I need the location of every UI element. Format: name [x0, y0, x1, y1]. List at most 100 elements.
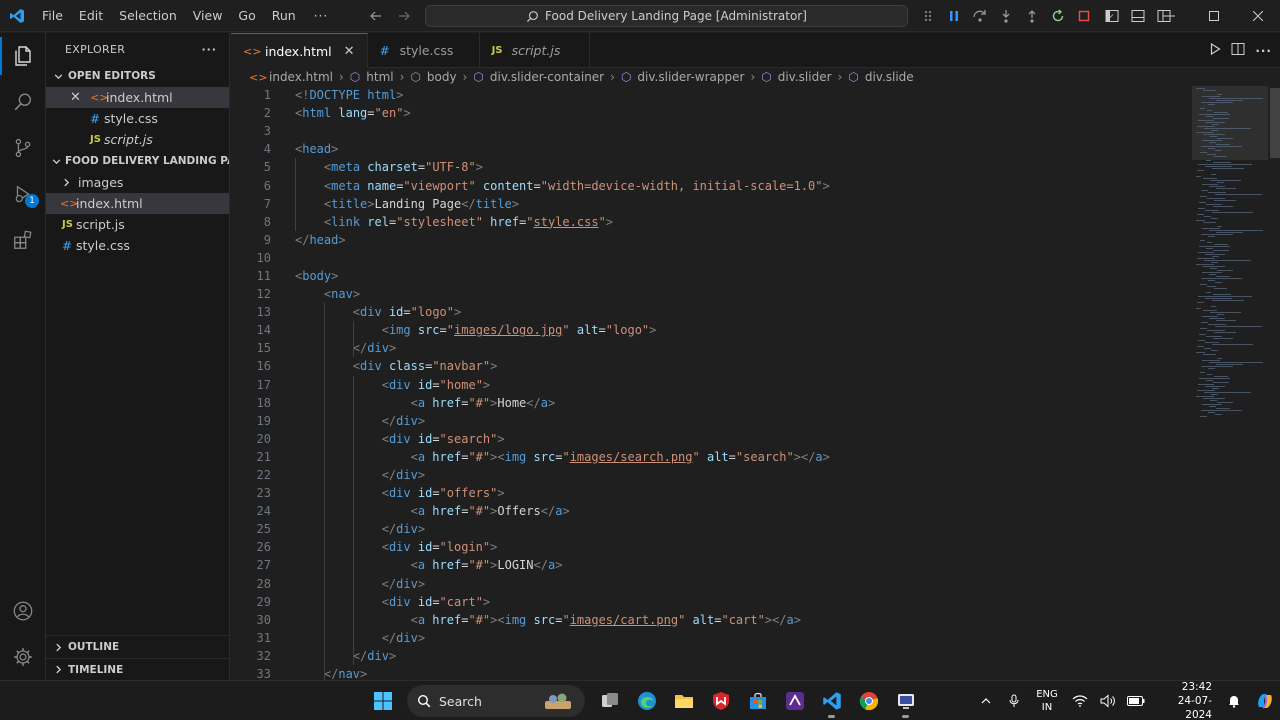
code-editor[interactable]: 1 <!DOCTYPE html> 2 <html lang="en"> 3 4 <head… — [231, 86, 1191, 680]
breadcrumb-item[interactable]: div.slider — [778, 70, 832, 84]
close-icon[interactable]: ✕ — [70, 90, 90, 105]
source-control-icon[interactable] — [0, 125, 46, 171]
volume-icon[interactable] — [1096, 686, 1120, 716]
search-icon[interactable] — [0, 79, 46, 125]
toggle-panel-icon[interactable] — [1128, 6, 1148, 26]
scrollbar-thumb[interactable] — [1270, 88, 1280, 158]
tab-script-js[interactable]: JS script.js — [480, 33, 590, 68]
menu-edit[interactable]: Edit — [71, 0, 111, 32]
breadcrumb-item[interactable]: body — [427, 70, 457, 84]
explorer-icon[interactable] — [0, 33, 46, 79]
extensions-icon[interactable] — [0, 217, 46, 263]
microsoft-store-icon[interactable] — [741, 683, 774, 719]
code-line[interactable]: 32 </div> — [231, 647, 1191, 665]
menu-file[interactable]: File — [34, 0, 71, 32]
forward-arrow-icon[interactable] — [394, 6, 414, 26]
toggle-sidebar-icon[interactable] — [1102, 6, 1122, 26]
project-folder-header[interactable]: FOOD DELIVERY LANDING PAGE — [46, 150, 229, 172]
code-line[interactable]: 29 <div id="cart"> — [231, 593, 1191, 611]
code-line[interactable]: 7 <title>Landing Page</title> — [231, 195, 1191, 213]
menu-run[interactable]: Run — [264, 0, 304, 32]
tree-folder-images[interactable]: images — [46, 172, 229, 193]
tree-file-index-html[interactable]: <> index.html — [46, 193, 229, 214]
breadcrumb-item[interactable]: index.html — [269, 70, 333, 84]
edge-browser-icon[interactable] — [630, 683, 663, 719]
step-out-icon[interactable] — [1020, 4, 1044, 28]
code-line[interactable]: 24 <a href="#">Offers</a> — [231, 502, 1191, 520]
run-and-debug-icon[interactable]: 1 — [0, 171, 46, 217]
more-actions-button[interactable]: ··· — [1255, 44, 1272, 58]
outline-header[interactable]: OUTLINE — [46, 636, 230, 658]
drag-handle-icon[interactable] — [916, 4, 940, 28]
code-line[interactable]: 33 </nav> — [231, 665, 1191, 680]
open-editor-item[interactable]: # style.css — [46, 108, 229, 129]
close-icon[interactable] — [1236, 0, 1280, 32]
code-line[interactable]: 16 <div class="navbar"> — [231, 357, 1191, 375]
microphone-icon[interactable] — [1002, 686, 1026, 716]
file-explorer-icon[interactable] — [667, 683, 700, 719]
back-arrow-icon[interactable] — [366, 6, 386, 26]
code-line[interactable]: 9 </head> — [231, 231, 1191, 249]
windows-start-icon[interactable] — [366, 683, 399, 719]
close-icon[interactable]: ✕ — [344, 44, 355, 59]
menu-more-button[interactable]: ··· — [304, 9, 338, 23]
tree-file-style-css[interactable]: # style.css — [46, 235, 229, 256]
editor-scrollbar[interactable] — [1268, 86, 1280, 680]
tree-file-script-js[interactable]: JS script.js — [46, 214, 229, 235]
battery-icon[interactable] — [1124, 686, 1148, 716]
chrome-icon[interactable] — [852, 683, 885, 719]
task-view-icon[interactable] — [593, 683, 626, 719]
split-editor-icon[interactable] — [1231, 42, 1245, 59]
breadcrumb-item[interactable]: div.slide — [865, 70, 914, 84]
code-line[interactable]: 31 </div> — [231, 629, 1191, 647]
open-editor-item[interactable]: JS script.js — [46, 129, 229, 150]
code-line[interactable]: 10 — [231, 249, 1191, 267]
antivirus-icon[interactable] — [704, 683, 737, 719]
minimize-icon[interactable] — [1148, 0, 1192, 32]
taskbar-clock[interactable]: 23:42 24-07-2024 — [1152, 680, 1218, 720]
code-line[interactable]: 26 <div id="login"> — [231, 538, 1191, 556]
taskbar-search[interactable]: Search — [407, 685, 585, 717]
stop-icon[interactable] — [1072, 4, 1096, 28]
code-line[interactable]: 8 <link rel="stylesheet" href="style.css… — [231, 213, 1191, 231]
code-line[interactable]: 2 <html lang="en"> — [231, 104, 1191, 122]
maximize-icon[interactable] — [1192, 0, 1236, 32]
copilot-icon[interactable] — [1250, 686, 1280, 716]
code-line[interactable]: 25 </div> — [231, 520, 1191, 538]
gear-icon[interactable] — [0, 634, 46, 680]
code-line[interactable]: 5 <meta charset="UTF-8"> — [231, 158, 1191, 176]
timeline-header[interactable]: TIMELINE — [46, 658, 230, 680]
code-line[interactable]: 30 <a href="#"><img src="images/cart.png… — [231, 611, 1191, 629]
tab-style-css[interactable]: # style.css — [368, 33, 480, 68]
code-line[interactable]: 14 <img src="images/logo.jpg" alt="logo"… — [231, 321, 1191, 339]
code-line[interactable]: 13 <div id="logo"> — [231, 303, 1191, 321]
code-line[interactable]: 23 <div id="offers"> — [231, 484, 1191, 502]
tab-index-html[interactable]: <> index.html ✕ — [231, 33, 368, 69]
code-line[interactable]: 20 <div id="search"> — [231, 430, 1191, 448]
open-editor-item[interactable]: ✕ <> index.html — [46, 87, 229, 108]
code-line[interactable]: 4 <head> — [231, 140, 1191, 158]
code-line[interactable]: 18 <a href="#">Home</a> — [231, 394, 1191, 412]
code-line[interactable]: 27 <a href="#">LOGIN</a> — [231, 556, 1191, 574]
code-line[interactable]: 6 <meta name="viewport" content="width=d… — [231, 176, 1191, 194]
breadcrumb-item[interactable]: div.slider-wrapper — [637, 70, 744, 84]
code-line[interactable]: 12 <nav> — [231, 285, 1191, 303]
code-line[interactable]: 19 </div> — [231, 412, 1191, 430]
screen-recorder-icon[interactable] — [889, 683, 922, 719]
accounts-icon[interactable] — [0, 588, 46, 634]
menu-view[interactable]: View — [185, 0, 231, 32]
step-into-icon[interactable] — [994, 4, 1018, 28]
code-line[interactable]: 15 </div> — [231, 339, 1191, 357]
code-line[interactable]: 11 <body> — [231, 267, 1191, 285]
breadcrumb-item[interactable]: div.slider-container — [490, 70, 604, 84]
pause-icon[interactable] — [942, 4, 966, 28]
menu-selection[interactable]: Selection — [111, 0, 185, 32]
explorer-more-button[interactable]: ··· — [201, 43, 217, 56]
code-line[interactable]: 28 </div> — [231, 575, 1191, 593]
open-editors-header[interactable]: OPEN EDITORS — [46, 65, 229, 87]
vscode-taskbar-icon[interactable] — [815, 683, 848, 719]
restart-icon[interactable] — [1046, 4, 1070, 28]
menu-go[interactable]: Go — [230, 0, 263, 32]
code-line[interactable]: 21 <a href="#"><img src="images/search.p… — [231, 448, 1191, 466]
command-center-search[interactable]: Food Delivery Landing Page [Administrato… — [425, 5, 908, 27]
